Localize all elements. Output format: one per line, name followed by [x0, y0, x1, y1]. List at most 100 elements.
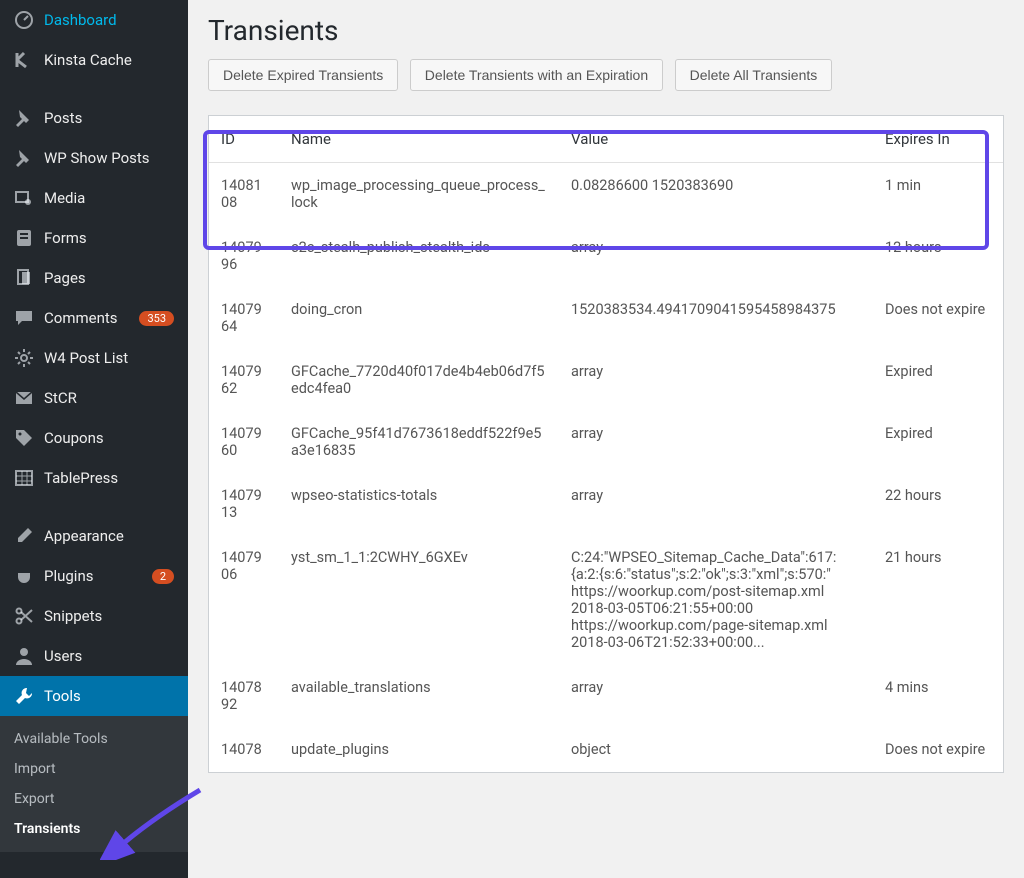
sidebar-item-label: W4 Post List	[44, 349, 174, 367]
sidebar-item-media[interactable]: Media	[0, 178, 188, 218]
cell-id: 1407913	[209, 473, 279, 535]
forms-icon	[14, 228, 34, 248]
sidebar-item-label: Appearance	[44, 527, 174, 545]
tools-submenu: Available ToolsImportExportTransients	[0, 716, 188, 852]
sidebar-item-label: Coupons	[44, 429, 174, 447]
table-row[interactable]: 1407913wpseo-statistics-totalsarray22 ho…	[209, 473, 1003, 535]
main-content: Transients Delete Expired Transients Del…	[188, 0, 1024, 878]
table-row[interactable]: 1407906yst_sm_1_1:2CWHY_6GXEvC:24:"WPSEO…	[209, 535, 1003, 665]
cell-name: yst_sm_1_1:2CWHY_6GXEv	[279, 535, 559, 665]
sidebar-item-label: WP Show Posts	[44, 149, 174, 167]
cell-id: 1408108	[209, 163, 279, 225]
submenu-item-available-tools[interactable]: Available Tools	[0, 724, 188, 754]
sidebar-item-users[interactable]: Users	[0, 636, 188, 676]
sidebar-item-pages[interactable]: Pages	[0, 258, 188, 298]
sidebar-item-label: Tools	[44, 687, 174, 705]
sidebar-item-w4-post-list[interactable]: W4 Post List	[0, 338, 188, 378]
page-title: Transients	[208, 14, 1004, 47]
page-icon	[14, 268, 34, 288]
delete-expired-button[interactable]: Delete Expired Transients	[208, 59, 398, 91]
sidebar-item-label: TablePress	[44, 469, 174, 487]
cell-value: object	[559, 727, 873, 772]
user-icon	[14, 646, 34, 666]
table-row[interactable]: 1407964doing_cron1520383534.494170904159…	[209, 287, 1003, 349]
table-row[interactable]: 1407996c2c_stealh_publish_stealth_idsarr…	[209, 225, 1003, 287]
cell-value: 0.08286600 1520383690	[559, 163, 873, 225]
cell-expires: 12 hours	[873, 225, 1003, 287]
cell-id: 1407962	[209, 349, 279, 411]
media-icon	[14, 188, 34, 208]
cell-name: wp_image_processing_queue_process_lock	[279, 163, 559, 225]
sidebar-item-plugins[interactable]: Plugins2	[0, 556, 188, 596]
cell-id: 1407892	[209, 665, 279, 727]
table-row[interactable]: 1407892available_translationsarray4 mins	[209, 665, 1003, 727]
header-expires[interactable]: Expires In	[873, 116, 1003, 163]
badge: 2	[152, 569, 174, 584]
cell-expires: 21 hours	[873, 535, 1003, 665]
wrench-icon	[14, 686, 34, 706]
mail-icon	[14, 388, 34, 408]
table-icon	[14, 468, 34, 488]
cell-name: GFCache_95f41d7673618eddf522f9e5a3e16835	[279, 411, 559, 473]
submenu-item-transients[interactable]: Transients	[0, 814, 188, 844]
sidebar-item-label: Media	[44, 189, 174, 207]
cell-expires: 4 mins	[873, 665, 1003, 727]
delete-all-button[interactable]: Delete All Transients	[675, 59, 833, 91]
sidebar-item-label: Users	[44, 647, 174, 665]
comment-icon	[14, 308, 34, 328]
badge: 353	[139, 311, 174, 326]
plug-icon	[14, 566, 34, 586]
sidebar-item-label: Kinsta Cache	[44, 51, 174, 69]
sidebar-item-tools[interactable]: Tools	[0, 676, 188, 716]
sidebar-item-wp-show-posts[interactable]: WP Show Posts	[0, 138, 188, 178]
table-row[interactable]: 14078update_pluginsobjectDoes not expire	[209, 727, 1003, 772]
header-name[interactable]: Name	[279, 116, 559, 163]
sidebar-item-appearance[interactable]: Appearance	[0, 516, 188, 556]
table-header-row: ID Name Value Expires In	[209, 116, 1003, 163]
cell-name: doing_cron	[279, 287, 559, 349]
submenu-item-export[interactable]: Export	[0, 784, 188, 814]
sidebar-item-forms[interactable]: Forms	[0, 218, 188, 258]
sidebar-item-snippets[interactable]: Snippets	[0, 596, 188, 636]
cell-name: GFCache_7720d40f017de4b4eb06d7f5edc4fea0	[279, 349, 559, 411]
cell-name: c2c_stealh_publish_stealth_ids	[279, 225, 559, 287]
cell-value: array	[559, 225, 873, 287]
sidebar-item-label: Dashboard	[44, 11, 174, 29]
cell-expires: Expired	[873, 349, 1003, 411]
sidebar-item-label: Pages	[44, 269, 174, 287]
sidebar-item-kinsta-cache[interactable]: Kinsta Cache	[0, 40, 188, 80]
sidebar-item-coupons[interactable]: Coupons	[0, 418, 188, 458]
cell-name: update_plugins	[279, 727, 559, 772]
transients-table: ID Name Value Expires In 1408108wp_image…	[208, 115, 1004, 773]
cell-id: 1407996	[209, 225, 279, 287]
cell-name: available_translations	[279, 665, 559, 727]
sidebar-item-label: Snippets	[44, 607, 174, 625]
cell-expires: 22 hours	[873, 473, 1003, 535]
cell-value: array	[559, 473, 873, 535]
header-value[interactable]: Value	[559, 116, 873, 163]
sidebar-item-posts[interactable]: Posts	[0, 98, 188, 138]
submenu-item-import[interactable]: Import	[0, 754, 188, 784]
cell-expires: Expired	[873, 411, 1003, 473]
sidebar-item-stcr[interactable]: StCR	[0, 378, 188, 418]
cell-expires: Does not expire	[873, 287, 1003, 349]
cell-expires: Does not expire	[873, 727, 1003, 772]
table-row[interactable]: 1407962GFCache_7720d40f017de4b4eb06d7f5e…	[209, 349, 1003, 411]
table-row[interactable]: 1408108wp_image_processing_queue_process…	[209, 163, 1003, 225]
sidebar-item-comments[interactable]: Comments353	[0, 298, 188, 338]
cell-value: array	[559, 665, 873, 727]
cell-value: 1520383534.4941709041595458984375	[559, 287, 873, 349]
action-buttons: Delete Expired Transients Delete Transie…	[208, 59, 1004, 91]
gear-icon	[14, 348, 34, 368]
cell-value: array	[559, 411, 873, 473]
tag-icon	[14, 428, 34, 448]
cell-expires: 1 min	[873, 163, 1003, 225]
sidebar-item-dashboard[interactable]: Dashboard	[0, 0, 188, 40]
cell-id: 1407964	[209, 287, 279, 349]
table-row[interactable]: 1407960GFCache_95f41d7673618eddf522f9e5a…	[209, 411, 1003, 473]
kinsta-icon	[14, 50, 34, 70]
header-id[interactable]: ID	[209, 116, 279, 163]
sidebar-item-tablepress[interactable]: TablePress	[0, 458, 188, 498]
delete-with-expiration-button[interactable]: Delete Transients with an Expiration	[410, 59, 663, 91]
brush-icon	[14, 526, 34, 546]
